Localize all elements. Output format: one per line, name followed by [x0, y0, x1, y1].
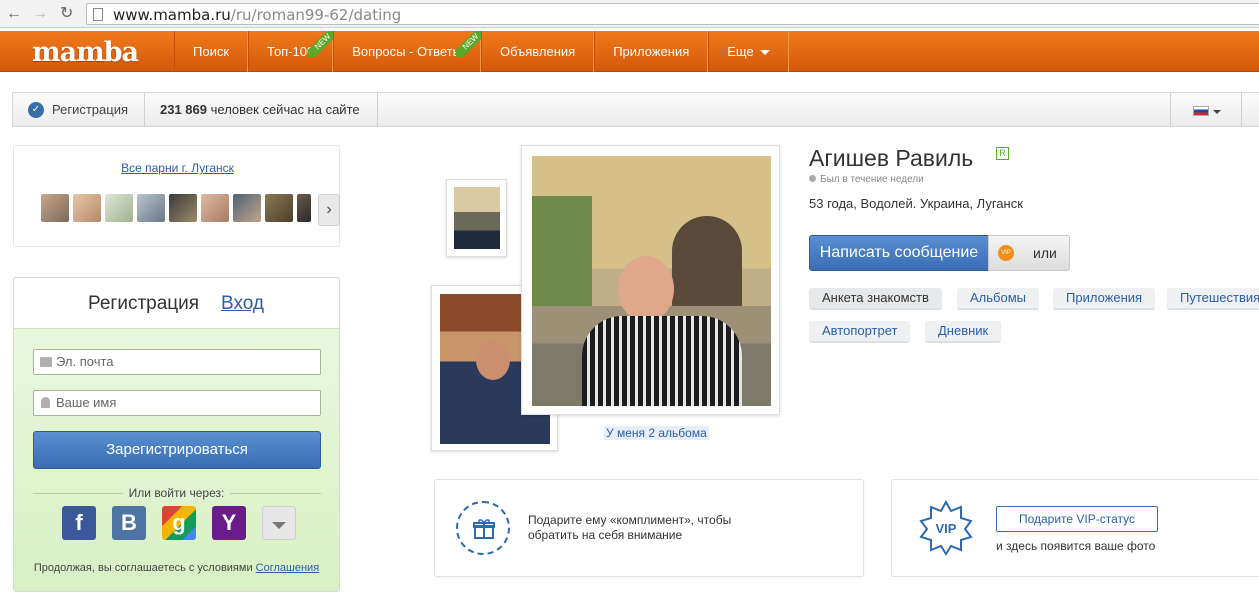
all-guys-link[interactable]: Все парни г. Луганск: [14, 161, 341, 175]
vip-badge-text: VIP: [936, 521, 957, 536]
check-icon: ✓: [28, 102, 44, 118]
registration-box: Регистрация Вход Зарегистрироваться Или …: [13, 277, 340, 592]
tab-dating-profile[interactable]: Анкета знакомств: [809, 288, 942, 310]
email-field[interactable]: [33, 349, 321, 375]
arch-shape: [672, 216, 742, 306]
back-arrow-icon[interactable]: ←: [6, 5, 22, 23]
guys-thumbnails: [41, 194, 315, 222]
menu-item-top100[interactable]: Топ-100 NEW: [248, 31, 335, 72]
new-badge: NEW: [455, 31, 482, 57]
last-seen-status: Был в течение недели: [809, 174, 924, 185]
status-dot-icon: [809, 175, 816, 182]
main-profile-photo[interactable]: [532, 156, 771, 406]
chevron-down-icon: [759, 50, 770, 56]
reload-icon[interactable]: ↻: [60, 5, 73, 23]
divider: [377, 93, 378, 126]
divider: [1170, 93, 1171, 126]
register-button[interactable]: Зарегистрироваться: [33, 431, 321, 469]
tab-self-portrait[interactable]: Автопортрет: [809, 321, 911, 343]
profile-photo-thumbnail[interactable]: [454, 187, 500, 249]
menu-item-search[interactable]: Поиск: [174, 31, 249, 72]
new-badge: NEW: [308, 31, 335, 57]
face-shape: [476, 340, 510, 380]
register-link[interactable]: Регистрация: [52, 102, 128, 117]
menu-item-qa[interactable]: Вопросы - Ответы NEW: [333, 31, 482, 72]
albums-link[interactable]: У меня 2 альбома: [604, 426, 709, 440]
facebook-icon[interactable]: f: [62, 506, 96, 540]
user-thumbnail[interactable]: [233, 194, 261, 222]
menu-item-more[interactable]: Еще: [708, 31, 789, 72]
envelope-icon: [40, 357, 52, 367]
verified-badge: R: [996, 147, 1009, 160]
more-socials-button[interactable]: [262, 506, 296, 540]
site-header: mamba Поиск Топ-100 NEW Вопросы - Ответы N…: [0, 31, 1259, 72]
vip-icon: VIP: [998, 245, 1014, 261]
compliment-box[interactable]: Подарите ему «комплимент», чтобы обратит…: [434, 479, 864, 577]
vip-badge-icon: VIP: [919, 500, 973, 556]
russia-flag-icon[interactable]: [1193, 106, 1209, 116]
auth-tabs: Регистрация Вход: [14, 278, 339, 329]
menu-item-apps[interactable]: Приложения: [594, 31, 709, 72]
face-shape: [618, 256, 674, 322]
email-input[interactable]: [56, 354, 316, 369]
social-login-label: Или войти через:: [14, 486, 339, 500]
vip-note: и здесь появится ваше фото: [996, 539, 1156, 553]
gift-icon[interactable]: [456, 501, 510, 555]
google-icon[interactable]: g: [162, 506, 196, 540]
mamba-logo[interactable]: mamba: [32, 37, 139, 68]
forward-arrow-icon[interactable]: →: [32, 5, 48, 23]
page-icon: [93, 8, 103, 21]
chevron-down-icon: [272, 521, 286, 529]
user-thumbnail[interactable]: [105, 194, 133, 222]
terms-link[interactable]: Соглашения: [256, 562, 320, 574]
send-message-button[interactable]: Написать сообщение: [809, 235, 989, 271]
yahoo-icon[interactable]: Y: [212, 506, 246, 540]
profile-details: 53 года, Водолей. Украина, Луганск: [809, 196, 1023, 211]
menu-item-ads[interactable]: Объявления: [480, 31, 595, 72]
local-guys-box: Все парни г. Луганск ›: [13, 145, 340, 247]
divider: [144, 93, 145, 126]
tab-albums[interactable]: Альбомы: [957, 288, 1039, 310]
compliment-text: Подарите ему «комплимент», чтобы обратит…: [528, 513, 732, 542]
social-buttons: f B g Y: [62, 506, 312, 540]
photo-thumbnail-frame[interactable]: [446, 179, 507, 257]
or-label: или: [1033, 245, 1057, 261]
name-field[interactable]: [33, 390, 321, 416]
user-thumbnail[interactable]: [265, 194, 293, 222]
user-thumbnail[interactable]: [297, 194, 311, 222]
profile-name: Агишев Равиль: [809, 145, 974, 171]
tree-shape: [532, 196, 592, 306]
user-thumbnail[interactable]: [201, 194, 229, 222]
user-thumbnail[interactable]: [137, 194, 165, 222]
browser-toolbar: ← → ↻ www.mamba.ru/ru/roman99-62/dating: [0, 0, 1259, 28]
info-bar: ✓ Регистрация 231 869 человек сейчас на …: [12, 92, 1259, 127]
user-icon: [41, 397, 50, 408]
main-menu: Поиск Топ-100 NEW Вопросы - Ответы NEW Объ…: [174, 31, 789, 72]
online-counter: 231 869 человек сейчас на сайте: [160, 102, 360, 117]
user-thumbnail[interactable]: [73, 194, 101, 222]
tab-login[interactable]: Вход: [221, 293, 264, 315]
url-text: www.mamba.ru/ru/roman99-62/dating: [113, 6, 402, 24]
tab-register[interactable]: Регистрация: [88, 293, 199, 315]
vip-box: VIP Подарите VIP-статус и здесь появится…: [891, 479, 1259, 577]
tab-diary[interactable]: Дневник: [925, 321, 1002, 343]
user-thumbnail[interactable]: [41, 194, 69, 222]
divider: [1241, 93, 1242, 126]
chevron-down-icon[interactable]: [1213, 110, 1221, 114]
address-bar[interactable]: www.mamba.ru/ru/roman99-62/dating: [86, 3, 1259, 25]
user-thumbnail[interactable]: [169, 194, 197, 222]
main-photo-frame[interactable]: [521, 145, 780, 415]
chevron-right-icon[interactable]: ›: [318, 194, 340, 226]
vkontakte-icon[interactable]: B: [112, 506, 146, 540]
gift-svg: [473, 519, 495, 539]
vip-or-button[interactable]: VIP или: [988, 235, 1070, 271]
shirt-shape: [582, 316, 742, 406]
gift-vip-button[interactable]: Подарите VIP-статус: [996, 506, 1158, 532]
name-input[interactable]: [56, 395, 316, 410]
tab-travel[interactable]: Путешествия: [1167, 288, 1259, 310]
terms-notice: Продолжая, вы соглашаетесь с условиями С…: [33, 562, 320, 574]
tab-apps[interactable]: Приложения: [1053, 288, 1156, 310]
